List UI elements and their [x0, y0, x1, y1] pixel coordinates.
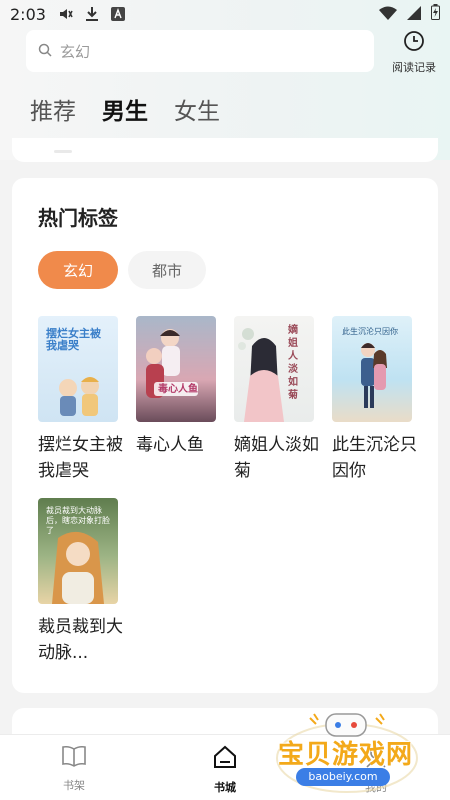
book-item[interactable]: 嫡姐人淡如菊 嫡姐人淡如菊 [234, 316, 319, 484]
book-cover: 裁员裁到大动脉后，瞎恋对象打脸了 [38, 498, 118, 604]
tab-recommended[interactable]: 推荐 [30, 92, 76, 126]
previous-card [12, 138, 438, 162]
search-input[interactable]: 玄幻 [26, 30, 374, 72]
watermark-logo: 宝贝游戏网 baobeiy.com [272, 712, 422, 796]
book-item[interactable]: 毒心人鱼 毒心人鱼 [136, 316, 218, 458]
book-title: 摆烂女主被我虐哭 [38, 435, 123, 481]
tag-fantasy[interactable]: 玄幻 [38, 251, 118, 289]
watermark-text: 宝贝游戏网 [278, 740, 414, 770]
card-divider [54, 150, 72, 153]
home-icon [212, 745, 238, 773]
download-icon [82, 5, 102, 23]
book-title: 裁员裁到大动脉... [38, 617, 123, 663]
watermark-url: baobeiy.com [296, 768, 390, 786]
book-open-icon [61, 745, 87, 771]
status-time: 2:03 [10, 4, 46, 24]
tab-female[interactable]: 女生 [174, 92, 220, 126]
nav-bookshelf[interactable]: 书架 [44, 745, 104, 793]
wifi-icon [379, 5, 397, 24]
battery-icon [431, 4, 440, 24]
search-icon [38, 42, 52, 61]
app-notification-icon [108, 5, 128, 23]
mute-icon [56, 5, 76, 23]
nav-bookstore[interactable]: 书城 [195, 745, 255, 795]
tab-male[interactable]: 男生 [102, 92, 148, 126]
gender-tabs: 推荐 男生 女生 [30, 92, 220, 126]
book-cover: 嫡姐人淡如菊 [234, 316, 314, 422]
book-title: 此生沉沦只因你 [332, 435, 417, 481]
reading-record-button[interactable]: 阅读记录 [384, 30, 444, 74]
book-title: 毒心人鱼 [136, 435, 204, 455]
search-placeholder: 玄幻 [60, 42, 91, 61]
book-item[interactable]: 此生沉沦只因你 此生沉沦只因你 [332, 316, 417, 484]
hot-tags-title: 热门标签 [38, 206, 118, 230]
hot-tags-card: 热门标签 玄幻 都市 摆烂女主被我虐哭 摆烂女主被我虐哭 毒心人鱼 毒心人鱼 嫡… [12, 178, 438, 693]
reading-record-label: 阅读记录 [392, 61, 436, 74]
tag-urban[interactable]: 都市 [128, 251, 206, 289]
signal-icon [407, 5, 421, 24]
nav-bookshelf-label: 书架 [63, 779, 85, 792]
status-bar: 2:03 [0, 0, 450, 28]
nav-bookstore-label: 书城 [214, 781, 236, 794]
cover-text: 毒心人鱼 [158, 384, 198, 395]
book-cover: 毒心人鱼 [136, 316, 216, 422]
book-title: 嫡姐人淡如菊 [234, 435, 319, 481]
cover-text: 嫡姐人淡如菊 [288, 325, 298, 401]
book-item[interactable]: 裁员裁到大动脉后，瞎恋对象打脸了 裁员裁到大动脉... [38, 498, 123, 666]
book-cover: 此生沉沦只因你 [332, 316, 412, 422]
book-cover: 摆烂女主被我虐哭 [38, 316, 118, 422]
clock-icon [403, 30, 425, 56]
book-item[interactable]: 摆烂女主被我虐哭 摆烂女主被我虐哭 [38, 316, 123, 484]
